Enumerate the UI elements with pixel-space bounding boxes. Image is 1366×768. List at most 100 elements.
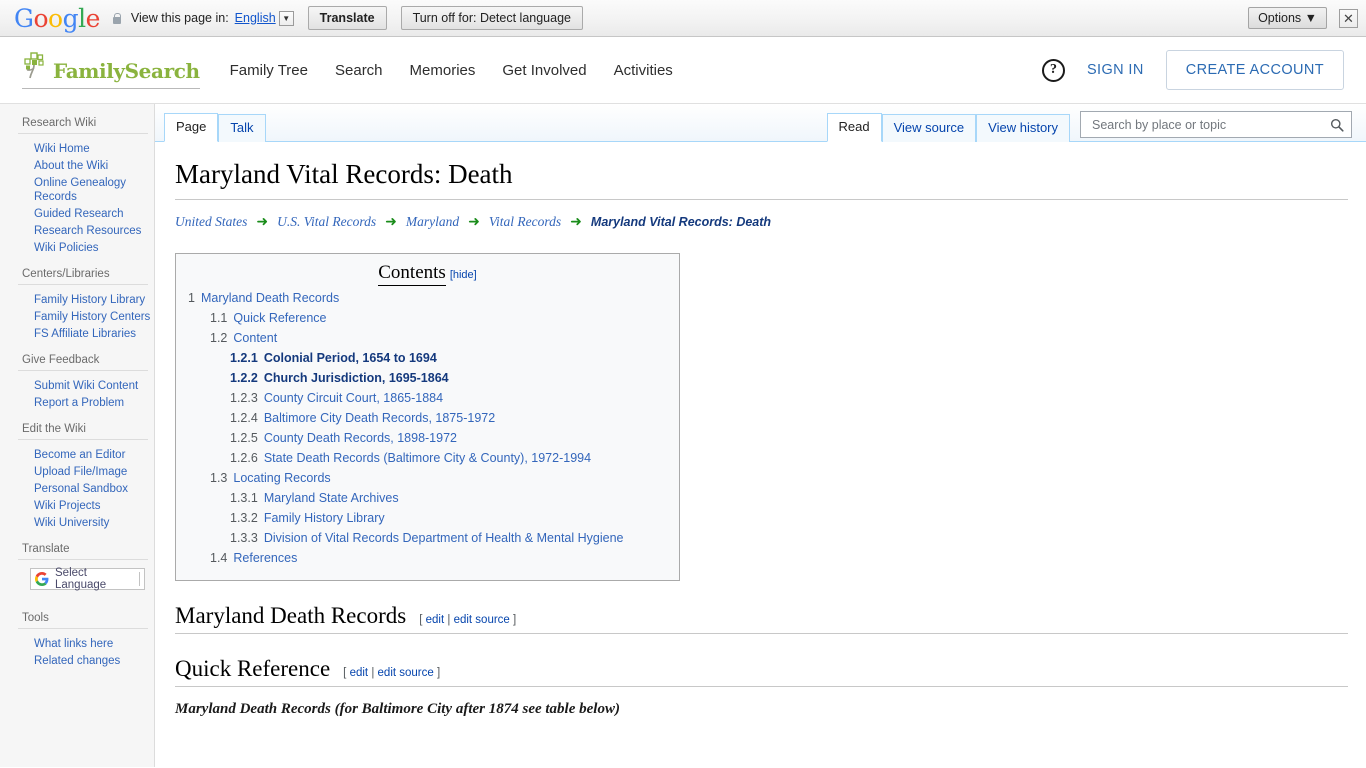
translate-options-button[interactable]: Options ▼: [1248, 7, 1327, 29]
translate-language-link[interactable]: English: [235, 11, 276, 25]
toc-item[interactable]: 1.2.5 County Death Records, 1898-1972: [188, 428, 667, 448]
edit-source-link[interactable]: edit source: [454, 614, 510, 626]
toc-item-number: 1.2.3: [230, 390, 258, 405]
sidebar-item-fs-affiliate-libraries[interactable]: FS Affiliate Libraries: [34, 325, 154, 342]
sidebar-item-become-an-editor[interactable]: Become an Editor: [34, 446, 154, 463]
toc-item[interactable]: 1.2.3 County Circuit Court, 1865-1884: [188, 388, 667, 408]
sidebar-item-upload-file-image[interactable]: Upload File/Image: [34, 463, 154, 480]
tab-read[interactable]: Read: [826, 113, 882, 142]
toc-item-number: 1.2.1: [230, 350, 258, 365]
toc-item[interactable]: 1.2.6 State Death Records (Baltimore City…: [188, 448, 667, 468]
toc-item-label: Family History Library: [263, 510, 385, 525]
toc-item[interactable]: 1.1 Quick Reference: [188, 308, 667, 328]
chevron-down-icon[interactable]: ▼: [278, 10, 294, 26]
toc-item-number: 1.3: [210, 470, 228, 485]
translate-prompt-label: View this page in:: [130, 11, 229, 25]
search-box[interactable]: [1080, 111, 1352, 138]
toc-item[interactable]: 1.2.4 Baltimore City Death Records, 1875-…: [188, 408, 667, 428]
sidebar-item-guided-research[interactable]: Guided Research: [34, 205, 154, 222]
site-header: FamilySearch Family Tree Search Memories…: [0, 37, 1366, 104]
create-account-button[interactable]: CREATE ACCOUNT: [1165, 50, 1344, 90]
toc-item[interactable]: 1.3.2 Family History Library: [188, 508, 667, 528]
help-icon[interactable]: ?: [1041, 58, 1065, 82]
breadcrumb-item-vital-records[interactable]: Vital Records: [489, 214, 561, 230]
quick-reference-intro: Maryland Death Records (for Baltimore Ci…: [175, 700, 620, 717]
sidebar-item-wiki-home[interactable]: Wiki Home: [34, 140, 154, 157]
edit-separator: |: [371, 666, 375, 679]
toc-item[interactable]: 1.3 Locating Records: [188, 468, 667, 488]
sidebar-item-family-history-library[interactable]: Family History Library: [34, 291, 154, 308]
familysearch-logo-text: FamilySearch: [53, 59, 200, 83]
toc-item-label: References: [233, 550, 298, 565]
tab-view-source[interactable]: View source: [881, 114, 977, 142]
breadcrumb-item-us-vital-records[interactable]: U.S. Vital Records: [277, 214, 376, 230]
nav-item-family-tree[interactable]: Family Tree: [230, 62, 308, 79]
sidebar-item-related-changes[interactable]: Related changes: [34, 652, 154, 669]
toc-item-number: 1.2.2: [230, 370, 258, 385]
toc-item-label: Quick Reference: [233, 310, 327, 325]
toc-hide-link[interactable]: [hide]: [450, 269, 477, 281]
toc-item-label: State Death Records (Baltimore City & Co…: [263, 450, 592, 465]
toc-item-number: 1.2.4: [230, 410, 258, 425]
sidebar-item-online-genealogy-records[interactable]: Online Genealogy Records: [34, 174, 154, 205]
main-content: Page Talk Read View source View history …: [155, 104, 1366, 767]
toc-item[interactable]: 1.2.1 Colonial Period, 1654 to 1694: [188, 348, 667, 368]
toc-item-number: 1: [188, 290, 195, 305]
familysearch-logo[interactable]: FamilySearch: [22, 51, 200, 89]
table-of-contents: Contents [hide] 1 Maryland Death Records 1.…: [175, 252, 680, 581]
toc-item-number: 1.3.1: [230, 490, 258, 505]
tab-view-history[interactable]: View history: [976, 114, 1070, 142]
breadcrumb-item-maryland[interactable]: Maryland: [406, 214, 459, 230]
sign-in-link[interactable]: SIGN IN: [1087, 62, 1144, 78]
sidebar-links-give-feedback: Submit Wiki Content Report a Problem: [0, 371, 154, 415]
sidebar-item-family-history-centers[interactable]: Family History Centers: [34, 308, 154, 325]
sidebar-section-title-give-feedback: Give Feedback: [18, 346, 148, 371]
sidebar-item-wiki-university[interactable]: Wiki University: [34, 514, 154, 531]
sidebar-item-about-the-wiki[interactable]: About the Wiki: [34, 157, 154, 174]
toc-item-label: Maryland Death Records: [200, 290, 340, 305]
sidebar-item-what-links-here[interactable]: What links here: [34, 635, 154, 652]
sidebar-item-submit-wiki-content[interactable]: Submit Wiki Content: [34, 377, 154, 394]
toc-item[interactable]: 1 Maryland Death Records: [188, 288, 667, 308]
edit-link[interactable]: edit: [426, 614, 445, 626]
toc-item[interactable]: 1.2.2 Church Jurisdiction, 1695-1864: [188, 368, 667, 388]
sidebar-links-tools: What links here Related changes: [0, 629, 154, 673]
toc-item[interactable]: 1.3.3 Division of Vital Records Departmen…: [188, 528, 667, 548]
toc-item[interactable]: 1.4 References: [188, 548, 667, 568]
toc-item-label: Church Jurisdiction, 1695-1864: [263, 370, 449, 385]
tab-page[interactable]: Page: [164, 113, 219, 142]
toc-item-label: County Circuit Court, 1865-1884: [263, 390, 444, 405]
edit-bracket-close: ]: [513, 613, 517, 626]
turn-off-translate-button[interactable]: Turn off for: Detect language: [400, 6, 583, 30]
page-tab-bar: Page Talk Read View source View history: [155, 104, 1366, 142]
language-divider: [139, 572, 140, 586]
select-language-button[interactable]: Select Language: [30, 567, 145, 591]
edit-link[interactable]: edit: [350, 667, 369, 679]
nav-item-activities[interactable]: Activities: [614, 62, 673, 79]
sidebar: Research Wiki Wiki Home About the Wiki O…: [0, 104, 155, 767]
sidebar-item-research-resources[interactable]: Research Resources: [34, 222, 154, 239]
toc-item[interactable]: 1.2 Content: [188, 328, 667, 348]
sidebar-item-wiki-policies[interactable]: Wiki Policies: [34, 239, 154, 256]
nav-item-get-involved[interactable]: Get Involved: [502, 62, 586, 79]
toc-item-label: Division of Vital Records Department of …: [263, 530, 624, 545]
close-icon[interactable]: ✕: [1339, 8, 1358, 28]
nav-item-memories[interactable]: Memories: [410, 62, 476, 79]
sidebar-item-personal-sandbox[interactable]: Personal Sandbox: [34, 480, 154, 497]
breadcrumb-item-united-states[interactable]: United States: [175, 214, 247, 230]
breadcrumb-arrow-icon: ➜: [385, 214, 397, 230]
sidebar-item-wiki-projects[interactable]: Wiki Projects: [34, 497, 154, 514]
nav-item-search[interactable]: Search: [335, 62, 383, 79]
search-input[interactable]: [1090, 116, 1330, 133]
toc-item[interactable]: 1.3.1 Maryland State Archives: [188, 488, 667, 508]
sidebar-section-title-research-wiki: Research Wiki: [18, 109, 148, 134]
toc-item-label: Colonial Period, 1654 to 1694: [263, 350, 437, 365]
breadcrumb-arrow-icon: ➜: [256, 214, 269, 230]
search-icon[interactable]: [1330, 118, 1344, 132]
sidebar-item-report-a-problem[interactable]: Report a Problem: [34, 394, 154, 411]
edit-source-link[interactable]: edit source: [378, 667, 434, 679]
translate-button[interactable]: Translate: [307, 6, 387, 30]
toc-item-label: Content: [233, 330, 278, 345]
tab-talk[interactable]: Talk: [218, 114, 266, 142]
toc-item-label: Maryland State Archives: [263, 490, 399, 505]
